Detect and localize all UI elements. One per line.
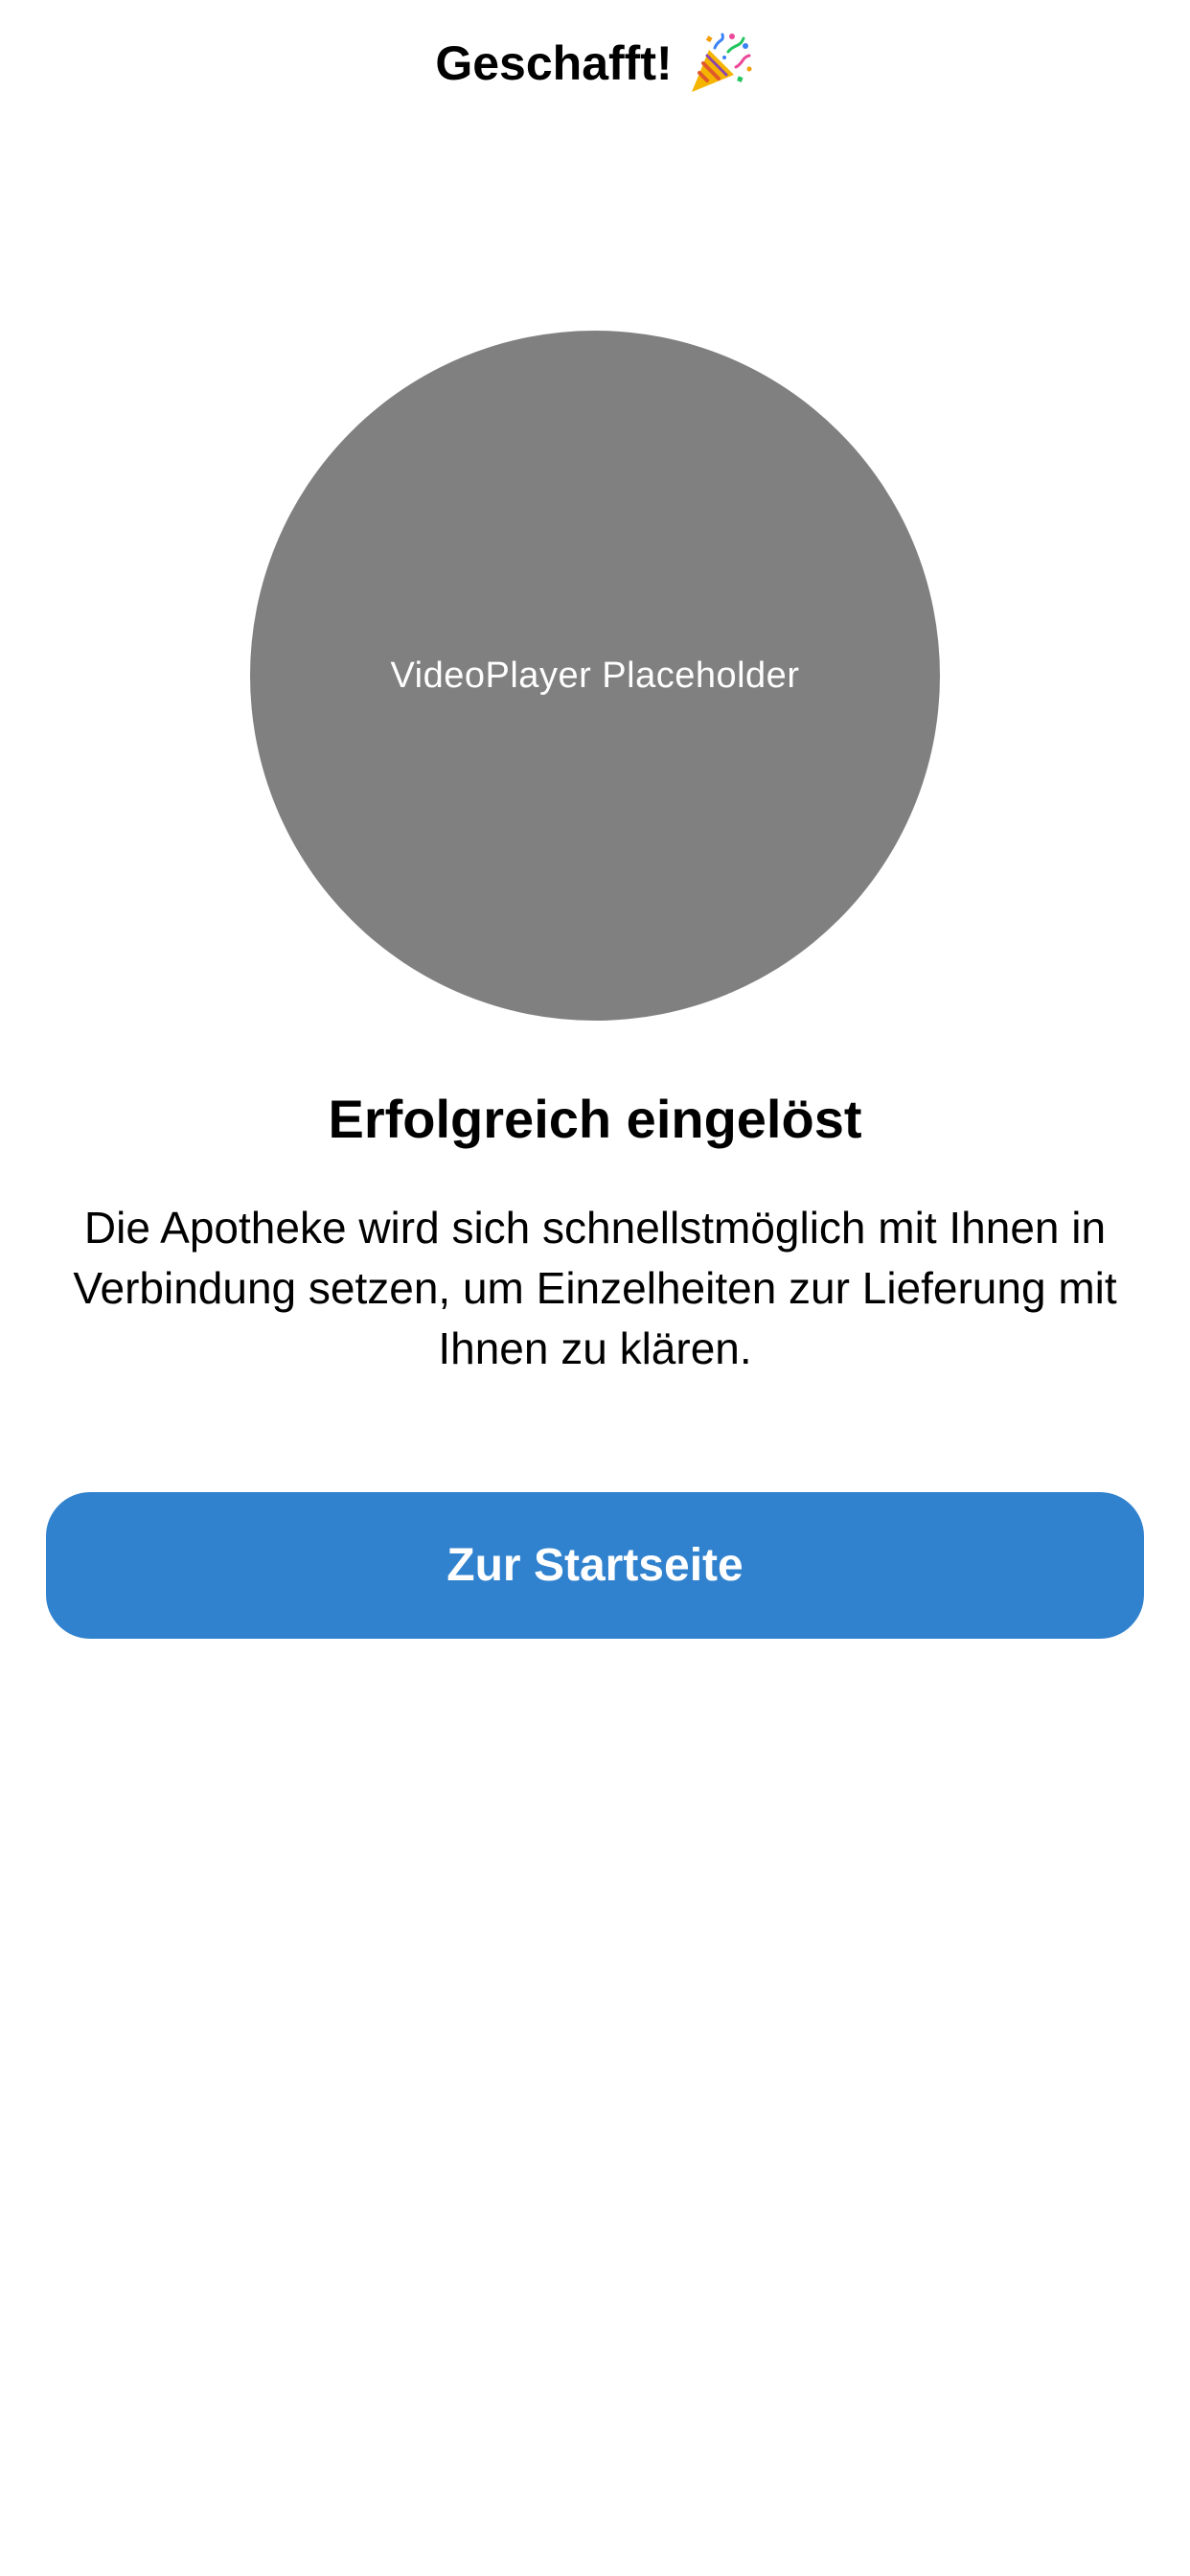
video-player-placeholder[interactable]: VideoPlayer Placeholder — [250, 331, 940, 1021]
video-placeholder-label: VideoPlayer Placeholder — [390, 655, 800, 696]
go-to-home-button[interactable]: Zur Startseite — [46, 1492, 1144, 1639]
success-headline: Erfolgreich eingelöst — [328, 1089, 862, 1149]
page-title-text: Geschafft! — [435, 36, 673, 90]
success-message: Die Apotheke wird sich schnellstmöglich … — [73, 1203, 1117, 1373]
page-title: Geschafft! — [0, 27, 1190, 100]
party-popper-icon — [686, 29, 755, 98]
